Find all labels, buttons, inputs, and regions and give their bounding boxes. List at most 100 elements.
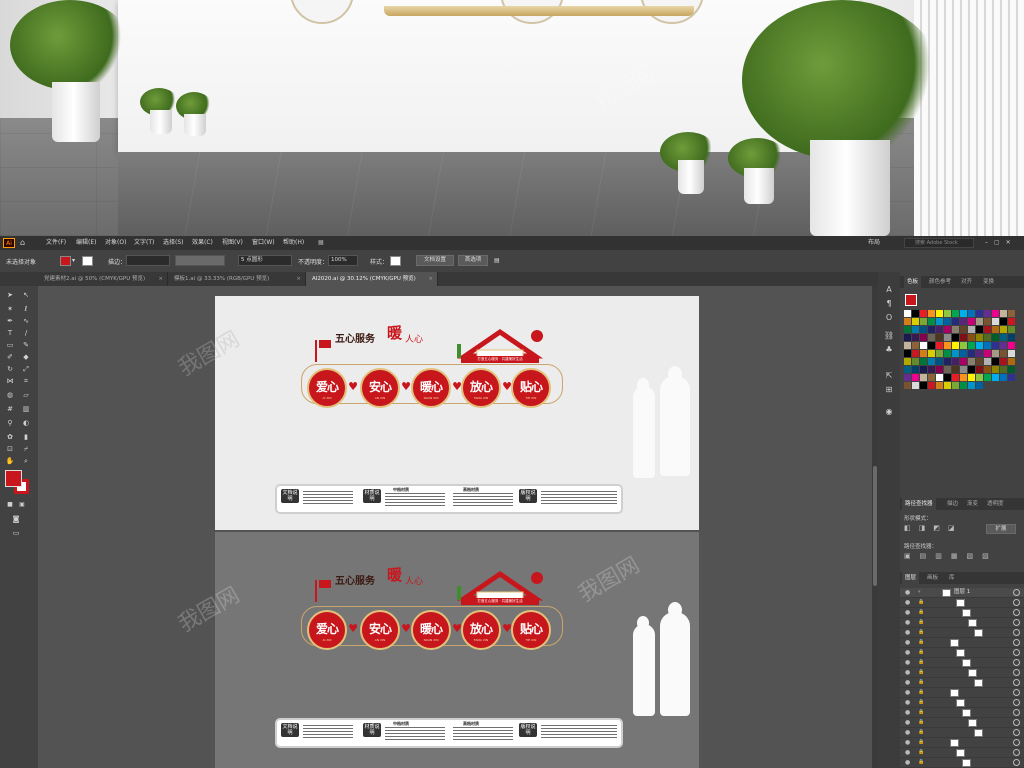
color-swatch[interactable] bbox=[912, 334, 919, 341]
eye-icon[interactable]: ● bbox=[905, 728, 910, 737]
curvature-icon[interactable]: ∿ bbox=[20, 316, 32, 326]
color-swatch[interactable] bbox=[984, 366, 991, 373]
graph-icon[interactable]: ▮ bbox=[20, 432, 32, 442]
slice-icon[interactable]: ⌿ bbox=[20, 444, 32, 454]
color-swatch[interactable] bbox=[936, 318, 943, 325]
color-swatch[interactable] bbox=[952, 382, 959, 389]
target-icon[interactable] bbox=[1013, 759, 1020, 766]
layer-row[interactable]: ● 🔒 bbox=[900, 618, 1024, 628]
eye-icon[interactable]: ● bbox=[905, 618, 910, 627]
color-swatch[interactable] bbox=[976, 374, 983, 381]
color-swatch[interactable] bbox=[944, 374, 951, 381]
color-swatch[interactable] bbox=[992, 310, 999, 317]
properties-icon[interactable]: A bbox=[883, 284, 895, 296]
color-swatch[interactable] bbox=[928, 382, 935, 389]
eye-icon[interactable]: ● bbox=[905, 718, 910, 727]
color-swatch[interactable] bbox=[968, 374, 975, 381]
home-icon[interactable]: ⌂ bbox=[20, 238, 30, 248]
color-swatch[interactable] bbox=[976, 366, 983, 373]
color-swatch[interactable] bbox=[952, 318, 959, 325]
menu-effect[interactable]: 效果(C) bbox=[192, 236, 213, 250]
target-icon[interactable] bbox=[1013, 609, 1020, 616]
color-swatch[interactable] bbox=[936, 366, 943, 373]
layer-row[interactable]: ● 🔒 bbox=[900, 668, 1024, 678]
artboard-dark[interactable]: 五心服务 暖 人心 打造五心服务 · 共建美好生活 爱心 AI XIN ♥ 安心 A… bbox=[174, 532, 699, 768]
menu-window[interactable]: 窗口(W) bbox=[252, 236, 275, 250]
color-swatch[interactable] bbox=[1000, 334, 1007, 341]
color-swatch[interactable] bbox=[904, 350, 911, 357]
color-swatch[interactable] bbox=[1008, 350, 1015, 357]
tab-align[interactable]: 对齐 bbox=[958, 276, 975, 288]
color-swatch[interactable] bbox=[920, 358, 927, 365]
color-swatch[interactable] bbox=[912, 318, 919, 325]
color-swatch[interactable] bbox=[976, 342, 983, 349]
lock-icon[interactable]: 🔒 bbox=[918, 678, 924, 687]
lock-icon[interactable]: 🔒 bbox=[918, 708, 924, 717]
lasso-icon[interactable]: ℓ bbox=[20, 304, 32, 314]
color-swatch[interactable] bbox=[944, 334, 951, 341]
color-swatch[interactable] bbox=[960, 350, 967, 357]
layer-row[interactable]: ● 🔒 bbox=[900, 688, 1024, 698]
lock-icon[interactable]: 🔒 bbox=[918, 648, 924, 657]
color-swatch[interactable] bbox=[904, 310, 911, 317]
color-swatch[interactable] bbox=[944, 326, 951, 333]
color-swatch[interactable] bbox=[992, 334, 999, 341]
fill-color-box[interactable] bbox=[5, 470, 22, 487]
symbol-sprayer-icon[interactable]: ✿ bbox=[4, 432, 16, 442]
color-swatch[interactable] bbox=[976, 350, 983, 357]
menu-help[interactable]: 帮助(H) bbox=[283, 236, 304, 250]
layer-row[interactable]: ● 🔒 bbox=[900, 748, 1024, 758]
lock-icon[interactable]: 🔒 bbox=[918, 598, 924, 607]
opentype-icon[interactable]: O bbox=[883, 312, 895, 324]
lock-icon[interactable]: 🔒 bbox=[918, 718, 924, 727]
color-swatch[interactable] bbox=[960, 382, 967, 389]
pathfinder-buttons[interactable]: ▣▤▥▦▧▨ bbox=[904, 552, 1020, 562]
lock-icon[interactable]: 🔒 bbox=[918, 698, 924, 707]
paragraph-icon[interactable]: ¶ bbox=[883, 298, 895, 310]
eye-icon[interactable]: ● bbox=[905, 738, 910, 747]
color-swatch[interactable] bbox=[1008, 334, 1015, 341]
color-swatch[interactable] bbox=[952, 334, 959, 341]
layer-row[interactable]: ● 🔒 bbox=[900, 678, 1024, 688]
lock-icon[interactable]: 🔒 bbox=[918, 738, 924, 747]
lock-icon[interactable]: 🔒 bbox=[918, 628, 924, 637]
color-swatch[interactable] bbox=[920, 342, 927, 349]
color-swatch[interactable] bbox=[912, 326, 919, 333]
options-icon[interactable]: ▤ bbox=[494, 257, 500, 264]
eye-icon[interactable]: ● bbox=[905, 708, 910, 717]
type-icon[interactable]: T bbox=[4, 328, 16, 338]
selection-tool-icon[interactable]: ➤ bbox=[4, 290, 16, 300]
color-swatch[interactable] bbox=[920, 374, 927, 381]
graphic-style-swatch[interactable] bbox=[390, 256, 401, 266]
color-swatch[interactable] bbox=[960, 318, 967, 325]
color-swatch[interactable] bbox=[960, 326, 967, 333]
color-swatch[interactable] bbox=[968, 382, 975, 389]
color-swatch[interactable] bbox=[928, 326, 935, 333]
color-swatch[interactable] bbox=[1008, 358, 1015, 365]
color-swatch[interactable] bbox=[968, 342, 975, 349]
brush-definition[interactable]: 5 点圆形 bbox=[238, 255, 292, 266]
color-swatch[interactable] bbox=[928, 366, 935, 373]
layer-row[interactable]: ● 🔒 bbox=[900, 638, 1024, 648]
color-swatch[interactable] bbox=[1008, 318, 1015, 325]
color-swatch[interactable] bbox=[968, 334, 975, 341]
color-swatch[interactable] bbox=[960, 358, 967, 365]
tab-libraries[interactable]: 库 bbox=[946, 572, 958, 584]
color-swatch[interactable] bbox=[1000, 358, 1007, 365]
color-swatch[interactable] bbox=[944, 382, 951, 389]
color-swatch[interactable] bbox=[928, 358, 935, 365]
color-swatch[interactable] bbox=[912, 374, 919, 381]
magic-wand-icon[interactable]: ✶ bbox=[4, 304, 16, 314]
color-swatch[interactable] bbox=[960, 374, 967, 381]
color-swatch[interactable] bbox=[968, 310, 975, 317]
color-swatch[interactable] bbox=[960, 342, 967, 349]
stroke-swatch[interactable] bbox=[82, 256, 93, 266]
color-swatch[interactable] bbox=[912, 382, 919, 389]
close-icon[interactable]: × bbox=[428, 272, 433, 286]
window-controls[interactable]: –▢✕ bbox=[985, 236, 1017, 250]
target-icon[interactable] bbox=[1013, 719, 1020, 726]
target-icon[interactable] bbox=[1013, 739, 1020, 746]
layer-row[interactable]: ● 🔒 bbox=[900, 728, 1024, 738]
color-swatch[interactable] bbox=[1000, 342, 1007, 349]
color-swatch[interactable] bbox=[984, 318, 991, 325]
